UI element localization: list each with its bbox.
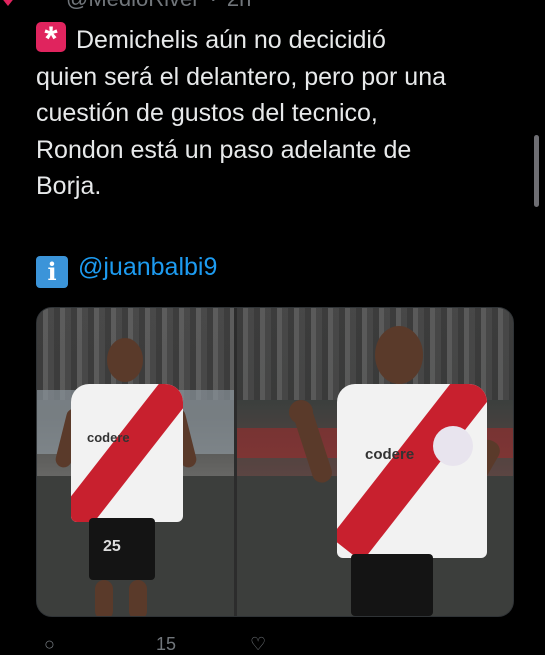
player-fist [289, 400, 313, 424]
black-shorts: 25 [89, 518, 155, 580]
tweet-line-3: cuestión de gustos del tecnico, [36, 99, 378, 127]
info-icon: i [36, 256, 68, 288]
tweet-line-2: quien será el delantero, pero por una [36, 62, 447, 91]
mention-link[interactable]: @juanbalbi9 [78, 253, 217, 281]
siren-icon [36, 20, 66, 58]
tweet-line-5: Borja. [36, 172, 102, 200]
tweet-time[interactable]: 2h [227, 0, 251, 11]
soccer-ball [433, 426, 473, 466]
header-separator: · [210, 0, 217, 11]
tweet-body: Demichelis aún no decicidió quien será e… [36, 20, 526, 205]
like-count: 15 [156, 634, 177, 654]
media-grid[interactable]: codere 25 codere [36, 307, 514, 617]
scrollbar-thumb[interactable] [534, 135, 539, 207]
photo-left-player[interactable]: codere 25 [37, 308, 234, 616]
tweet-line-4: Rondon está un paso adelante de [36, 135, 412, 164]
river-jersey: codere [337, 384, 487, 558]
jersey-sponsor: codere [365, 446, 415, 463]
river-jersey: codere [71, 384, 183, 522]
shorts-number: 25 [103, 538, 121, 555]
red-sash [71, 384, 183, 522]
source-line: i @juanbalbi9 [36, 250, 217, 288]
red-sash [337, 384, 487, 558]
player-leg [129, 580, 147, 616]
jersey-sponsor: codere [87, 430, 130, 445]
red-corner-marker [0, 0, 16, 6]
tweet-actions: ○ 15 ♡ [36, 634, 536, 654]
tweet-line-1: Demichelis aún no decicidió [76, 26, 386, 54]
player-head [375, 326, 423, 384]
author-handle[interactable]: @MedioRiver [66, 0, 200, 11]
photo-right-player[interactable]: codere [237, 308, 513, 616]
player-leg [95, 580, 113, 616]
heart-icon[interactable]: ♡ [250, 634, 266, 655]
black-shorts [351, 554, 433, 616]
player-head [107, 338, 143, 382]
tweet-header: @MedioRiver · 2h [66, 0, 251, 12]
reply-icon[interactable]: ○ [44, 634, 55, 655]
